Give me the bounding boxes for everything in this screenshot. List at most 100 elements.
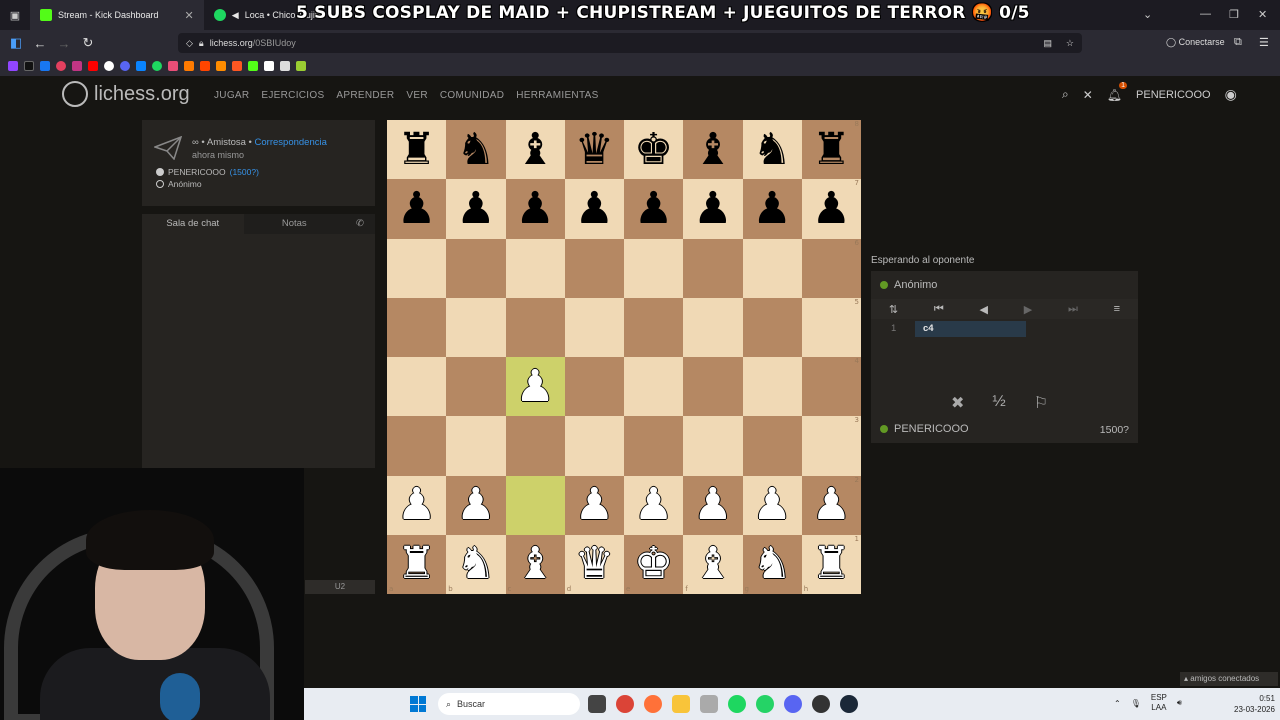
square-h6[interactable]: 6 — [801, 238, 861, 298]
square-e5[interactable] — [624, 297, 684, 357]
square-f3[interactable] — [683, 416, 743, 476]
tab-overflow-icon[interactable]: ⌄ — [1143, 8, 1152, 21]
last-move-icon[interactable]: ⏭ — [1068, 303, 1078, 316]
square-b5[interactable] — [446, 297, 506, 357]
square-c6[interactable] — [505, 238, 565, 298]
white-knight-icon[interactable]: ♞ — [752, 542, 791, 586]
prev-move-icon[interactable]: ◀ — [980, 303, 988, 316]
square-f8[interactable]: ♝ — [683, 120, 743, 180]
square-a5[interactable] — [387, 297, 447, 357]
spotify-task-icon[interactable] — [728, 695, 746, 713]
first-move-icon[interactable]: ⏮ — [934, 303, 944, 316]
kick-bookmark-icon[interactable] — [248, 61, 258, 71]
tiktok-icon[interactable] — [24, 61, 34, 71]
notifications-button[interactable]: 🔔︎ 1 — [1107, 81, 1128, 102]
square-b3[interactable] — [446, 416, 506, 476]
instagram-icon[interactable] — [72, 61, 82, 71]
black-pawn-icon[interactable]: ♟ — [397, 186, 436, 231]
square-e6[interactable] — [624, 238, 684, 298]
steam-icon[interactable] — [840, 695, 858, 713]
friends-online-button[interactable]: ▴ amigos conectados — [1180, 672, 1278, 686]
tray-overflow-icon[interactable]: ⌃ — [1114, 699, 1121, 708]
orange-icon[interactable] — [184, 61, 194, 71]
black-knight-icon[interactable]: ♞ — [456, 127, 495, 172]
challenge-icon[interactable]: ✕ — [1083, 88, 1093, 102]
green-icon[interactable] — [296, 61, 306, 71]
black-pawn-icon[interactable]: ♟ — [515, 186, 554, 231]
youtube-icon[interactable] — [88, 61, 98, 71]
square-h4[interactable]: 4 — [801, 357, 861, 417]
square-c4[interactable]: ♟ — [505, 357, 565, 417]
square-a3[interactable] — [387, 416, 447, 476]
square-d8[interactable]: ♛ — [564, 120, 624, 180]
facebook-icon[interactable] — [40, 61, 50, 71]
white-bishop-icon[interactable]: ♝ — [515, 542, 554, 586]
square-c8[interactable]: ♝ — [505, 120, 565, 180]
draw-offer-icon[interactable]: ½ — [992, 393, 1005, 413]
square-a4[interactable] — [387, 357, 447, 417]
white-pawn-icon[interactable]: ♟ — [812, 483, 851, 527]
white-rook-icon[interactable]: ♜ — [812, 542, 851, 586]
white-pawn-icon[interactable]: ♟ — [397, 483, 436, 527]
app-icon[interactable] — [700, 695, 718, 713]
pink-icon[interactable] — [168, 61, 178, 71]
square-a6[interactable] — [387, 238, 447, 298]
black-rook-icon[interactable]: ♜ — [397, 127, 436, 172]
square-f6[interactable] — [683, 238, 743, 298]
square-c7[interactable]: ♟ — [505, 179, 565, 239]
square-a1[interactable]: ♜ a — [387, 534, 447, 594]
square-c5[interactable] — [505, 297, 565, 357]
restore-icon[interactable]: ❐ — [1229, 8, 1239, 21]
black-pawn-icon[interactable]: ♟ — [634, 186, 673, 231]
black-knight-icon[interactable]: ♞ — [752, 127, 791, 172]
white-icon[interactable] — [264, 61, 274, 71]
square-f7[interactable]: ♟ — [683, 179, 743, 239]
white-player[interactable]: PENERICOOO (1500?) — [156, 167, 259, 177]
black-pawn-icon[interactable]: ♟ — [693, 186, 732, 231]
taskbar-search[interactable]: ⌕ Buscar — [438, 693, 580, 715]
square-h7[interactable]: ♟ 7 — [801, 179, 861, 239]
square-g2[interactable]: ♟ — [742, 475, 802, 535]
white-pawn-icon[interactable]: ♟ — [693, 483, 732, 527]
menu-item-aprender[interactable]: APRENDER — [336, 90, 394, 101]
white-queen-icon[interactable]: ♛ — [575, 542, 614, 586]
clock[interactable]: 0:51 23-03-2026 — [1234, 693, 1275, 715]
hamburger-menu-icon[interactable]: ≡ — [1114, 303, 1120, 315]
black-pawn-icon[interactable]: ♟ — [456, 186, 495, 231]
tab-list-icon[interactable]: ▣ — [0, 9, 30, 22]
square-g6[interactable] — [742, 238, 802, 298]
orange-icon-2[interactable] — [200, 61, 210, 71]
black-rook-icon[interactable]: ♜ — [812, 127, 851, 172]
flip-board-icon[interactable]: ⇅ — [889, 303, 898, 316]
square-a8[interactable]: ♜ — [387, 120, 447, 180]
orange-icon-4[interactable] — [232, 61, 242, 71]
next-move-icon[interactable]: ▶ — [1024, 303, 1032, 316]
white-pawn-icon[interactable]: ♟ — [456, 483, 495, 527]
avatar-icon[interactable]: ◉ — [1225, 86, 1237, 103]
whatsapp-icon[interactable] — [756, 695, 774, 713]
square-c2[interactable] — [505, 475, 565, 535]
menu-icon[interactable]: ☰ — [1259, 36, 1269, 49]
tab-notes[interactable]: Notas — [243, 214, 345, 234]
square-g8[interactable]: ♞ — [742, 120, 802, 180]
square-c3[interactable] — [505, 416, 565, 476]
square-a7[interactable]: ♟ — [387, 179, 447, 239]
square-d4[interactable] — [564, 357, 624, 417]
square-e7[interactable]: ♟ — [624, 179, 684, 239]
black-queen-icon[interactable]: ♛ — [575, 127, 614, 172]
file-explorer-icon[interactable] — [672, 695, 690, 713]
lock-icon[interactable]: 🔒︎ — [199, 38, 204, 49]
twitch-icon[interactable] — [8, 61, 18, 71]
reload-icon[interactable]: ↻ — [76, 35, 100, 51]
black-bishop-icon[interactable]: ♝ — [515, 127, 554, 172]
menu-item-herramientas[interactable]: HERRAMIENTAS — [516, 90, 598, 101]
square-g4[interactable] — [742, 357, 802, 417]
white-pawn-icon[interactable]: ♟ — [515, 364, 554, 409]
square-f4[interactable] — [683, 357, 743, 417]
move-white[interactable]: c4 — [915, 321, 1026, 337]
square-h2[interactable]: ♟ 2 — [801, 475, 861, 535]
square-f1[interactable]: ♝ f — [683, 534, 743, 594]
square-e8[interactable]: ♚ — [624, 120, 684, 180]
square-d7[interactable]: ♟ — [564, 179, 624, 239]
square-d1[interactable]: ♛ d — [564, 534, 624, 594]
